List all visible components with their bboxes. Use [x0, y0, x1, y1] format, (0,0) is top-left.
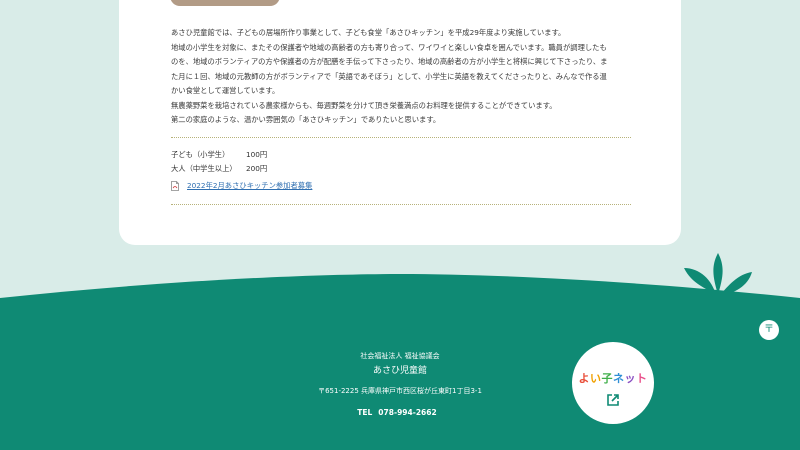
tel-number: 078-994-2662: [378, 408, 437, 417]
footer-org: 社会福祉法人 福祉協議会: [360, 352, 440, 360]
kitchen-photo: [170, 0, 280, 6]
intro-line: 地域の小学生を対象に、またその保護者や地域の高齢者の方も寄り合って、ワイワイと楽…: [171, 42, 607, 52]
footer-address: 〒651-2225 兵庫県神戸市西区桜が丘東町1丁目3-1: [318, 387, 482, 395]
fee-label: 子ども（小学生）: [171, 150, 230, 159]
intro-line: かい食堂として運営しています。: [171, 86, 280, 95]
footer-tel: TEL 078-994-2662: [0, 408, 800, 417]
external-link-icon: [607, 394, 619, 406]
pdf-file-icon: [171, 181, 179, 191]
pdf-download-link[interactable]: 2022年2月あさひキッチン参加者募集: [171, 181, 312, 191]
fee-table: 子ども（小学生） 100円 大人（中学生以上） 200円: [171, 148, 267, 176]
fee-price: 200円: [246, 164, 268, 173]
fee-row: 大人（中学生以上） 200円: [171, 162, 267, 176]
intro-line: た月に１回、地域の元教師の方がボランティアで「英語であそぼう」として、小学生に英…: [171, 71, 607, 81]
divider: [171, 204, 631, 205]
page-top-button[interactable]: 〒: [759, 320, 779, 340]
fee-row: 子ども（小学生） 100円: [171, 148, 267, 162]
footer-center-name: あさひ児童館: [372, 366, 427, 376]
intro-line: のを、地域のボランティアの方や保護者の方が配膳を手伝って下さったり、地域の高齢者…: [171, 57, 608, 66]
divider: [171, 137, 631, 138]
fee-price: 100円: [246, 150, 268, 159]
tel-label: TEL: [357, 408, 373, 417]
intro-line: 第二の家庭のような、温かい雰囲気の「あさひキッチン」でありたいと思います。: [171, 115, 441, 124]
fee-label: 大人（中学生以上）: [171, 164, 237, 173]
intro-line: 無農薬野菜を栽培されている農家様からも、毎週野菜を分けて頂き栄養満点のお料理を提…: [171, 100, 557, 110]
intro-text: あさひ児童館では、子どもの居場所作り事業として、子ども食堂「あさひキッチン」を平…: [171, 26, 631, 128]
yoiko-net-link[interactable]: よい子ネット: [572, 342, 654, 424]
intro-line: あさひ児童館では、子どもの居場所作り事業として、子ども食堂「あさひキッチン」を平…: [171, 28, 566, 37]
yoiko-net-logo: よい子ネット: [578, 372, 648, 385]
pdf-link-label[interactable]: 2022年2月あさひキッチン参加者募集: [187, 181, 312, 191]
